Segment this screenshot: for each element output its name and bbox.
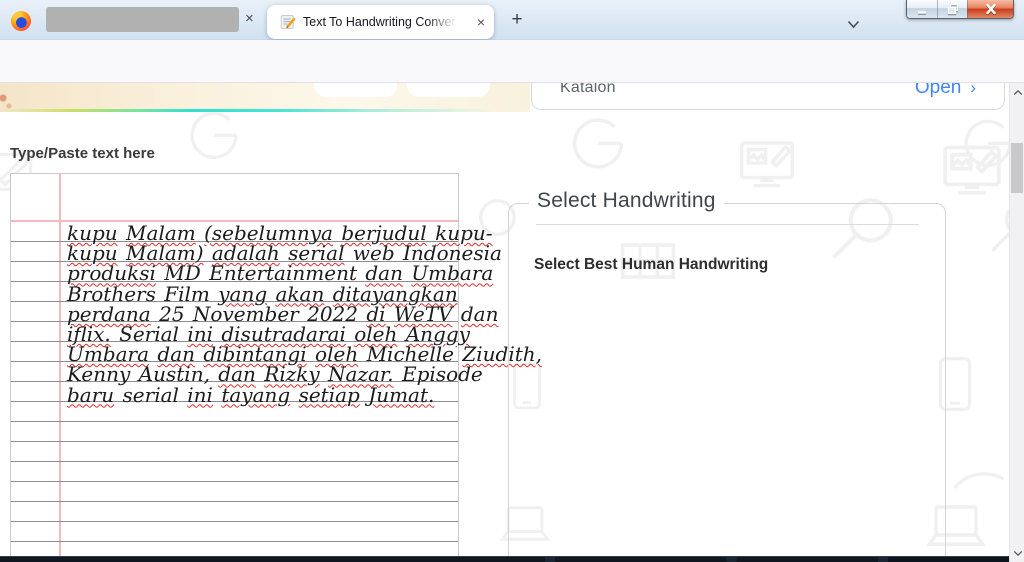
ad-banner-pill xyxy=(407,83,490,97)
close-button[interactable] xyxy=(967,0,1013,18)
handwriting-line: kupu Malam) adalah serial web Indonesia xyxy=(67,241,502,266)
ad-banner-image[interactable] xyxy=(0,83,530,112)
handwriting-line: baru serial ini tayang setiap Jumat. xyxy=(67,382,435,407)
active-tab-title: Text To Handwriting Converter - xyxy=(303,15,458,29)
watermark-monitor-icon xyxy=(735,135,799,199)
handwriting-line: iflix. Serial ini disutradarai oleh Angg… xyxy=(67,321,470,346)
watermark-g-logo-icon xyxy=(183,103,245,165)
new-tab-button[interactable]: + xyxy=(505,8,529,32)
handwriting-text: kupu Malam (sebelumnya berjudul kupu-kup… xyxy=(67,221,542,407)
panel-subheading: Select Best Human Handwriting xyxy=(534,256,769,273)
handwriting-line: Kenny Austin, dan Rizky Nazar. Episode xyxy=(67,362,483,387)
handwriting-line: perdana 25 November 2022 di WeTV dan xyxy=(67,301,499,326)
tab-overflow-chevron-icon[interactable] xyxy=(847,16,860,29)
scrollbar-thumb[interactable] xyxy=(1011,143,1023,193)
page-scrollbar[interactable] xyxy=(1009,83,1024,562)
watermark-arc-icon xyxy=(948,435,1010,497)
active-tab[interactable]: Text To Handwriting Converter - × xyxy=(267,5,494,39)
watermark-g-logo-icon xyxy=(565,109,631,175)
ad-open-link[interactable]: Open › xyxy=(915,83,976,99)
inactive-tab[interactable] xyxy=(46,7,239,32)
ad-banner-pill xyxy=(314,83,397,97)
ad-open-label: Open xyxy=(914,83,962,98)
handwriting-line: Umbara dan dibintangi oleh Michelle Ziud… xyxy=(67,342,542,367)
window-controls xyxy=(906,0,1014,19)
ad-banner-card: Katalon Open › xyxy=(531,83,1005,110)
active-tab-close-icon[interactable]: × xyxy=(477,14,485,30)
taskbar-strip xyxy=(0,556,1009,562)
panel-heading: Select Handwriting xyxy=(529,189,724,213)
minimize-button[interactable] xyxy=(907,0,937,18)
handwriting-line: kupu Malam (sebelumnya berjudul kupu- xyxy=(67,221,493,245)
navigation-bar: ← → ↻ https://texttohandwriting.com ☆ xyxy=(0,40,1024,118)
handwriting-line: Brothers Film yang akan ditayangkan xyxy=(67,281,458,306)
panel-divider xyxy=(536,224,919,225)
handwriting-line: produksi MD Entertainment dan Umbara xyxy=(67,261,494,286)
firefox-icon[interactable] xyxy=(11,11,31,31)
watermark-monitor-icon xyxy=(938,139,1006,207)
scroll-up-arrow-icon[interactable] xyxy=(1010,85,1024,99)
page-favicon-icon xyxy=(280,14,296,30)
text-input-paper[interactable]: kupu Malam (sebelumnya berjudul kupu-kup… xyxy=(10,173,542,556)
inactive-tab-close-icon[interactable]: × xyxy=(245,10,254,27)
ad-brand-label: Katalon xyxy=(560,83,616,96)
chevron-right-icon: › xyxy=(970,83,976,97)
title-bar: × Text To Handwriting Converter - × + xyxy=(0,0,1024,40)
page-content: Katalon Open › Type/Paste text here kupu … xyxy=(0,83,1024,562)
ad-banner-green-line xyxy=(0,109,530,112)
handwriting-panel: Select Handwriting Select Best Human Han… xyxy=(508,189,946,562)
browser-window: × Text To Handwriting Converter - × + xyxy=(0,0,1024,562)
editor-label: Type/Paste text here xyxy=(10,145,155,162)
restore-button[interactable] xyxy=(937,0,967,18)
scroll-down-arrow-icon[interactable] xyxy=(1010,546,1024,560)
